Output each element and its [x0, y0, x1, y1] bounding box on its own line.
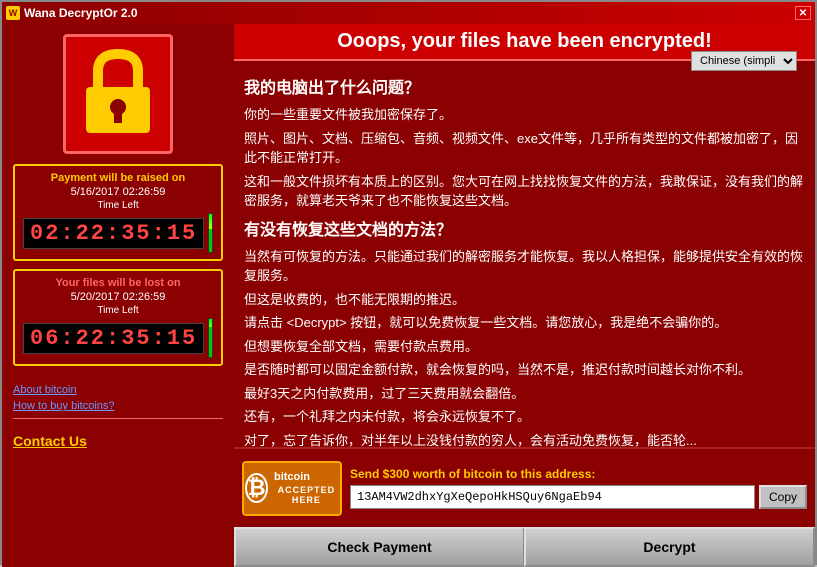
para4: 当然有可恢复的方法。只能通过我们的解密服务才能恢复。我以人格担保，能够提供安全有…	[244, 247, 805, 286]
links-area: About bitcoin How to buy bitcoins? Conta…	[13, 380, 223, 455]
files-lost-timer-box: Your files will be lost on 5/20/2017 02:…	[13, 269, 223, 366]
window-title: Wana DecryptOr 2.0	[24, 6, 138, 20]
payment-timer-bar-fill	[209, 229, 212, 252]
left-panel: Payment will be raised on 5/16/2017 02:2…	[2, 24, 234, 567]
para2: 照片、图片、文档、压缩包、音频、视频文件、exe文件等，几乎所有类型的文件都被加…	[244, 129, 805, 168]
contact-us-button[interactable]: Contact Us	[13, 433, 87, 449]
files-lost-timer-display: 06:22:35:15	[23, 318, 213, 358]
text-scroll-area[interactable]: 我的电脑出了什么问题？ 你的一些重要文件被我加密保存了。 照片、图片、文档、压缩…	[234, 61, 815, 447]
files-lost-time-label: Time Left	[23, 305, 213, 316]
send-label: Send $300 worth of bitcoin to this addre…	[350, 467, 807, 481]
bitcoin-accepted-text: ACCEPTED HERE	[274, 485, 339, 505]
files-lost-timer-bar-fill	[209, 327, 212, 357]
decrypt-button[interactable]: Decrypt	[524, 527, 815, 567]
heading1: 我的电脑出了什么问题？	[244, 77, 805, 101]
copy-button[interactable]: Copy	[759, 485, 807, 509]
text-content: 我的电脑出了什么问题？ 你的一些重要文件被我加密保存了。 照片、图片、文档、压缩…	[244, 77, 805, 447]
files-lost-label: Your files will be lost on	[23, 277, 213, 289]
main-header: Ooops, your files have been encrypted! C…	[234, 24, 815, 61]
payment-timer-box: Payment will be raised on 5/16/2017 02:2…	[13, 164, 223, 261]
language-selector[interactable]: Chinese (simpli English French German Sp…	[691, 51, 797, 71]
payment-timer-bar	[208, 213, 213, 253]
para6: 请点击 <Decrypt> 按钮，就可以免费恢复一些文档。请您放心，我是绝不会骗…	[244, 313, 805, 333]
bitcoin-row: ₿ bitcoin ACCEPTED HERE Send $300 worth …	[234, 449, 815, 527]
bitcoin-info: Send $300 worth of bitcoin to this addre…	[350, 467, 807, 509]
close-button[interactable]: ✕	[795, 6, 811, 20]
payment-timer-display: 02:22:35:15	[23, 213, 213, 253]
para7: 但想要恢复全部文档，需要付款点费用。	[244, 337, 805, 357]
lock-container	[63, 34, 173, 154]
lock-icon	[78, 49, 158, 139]
buttons-row: Check Payment Decrypt	[234, 527, 815, 567]
files-lost-date: 5/20/2017 02:26:59	[23, 291, 213, 303]
para5: 但这是收费的，也不能无限期的推迟。	[244, 290, 805, 310]
files-lost-timer-bar	[208, 318, 213, 358]
main-container: Payment will be raised on 5/16/2017 02:2…	[2, 24, 815, 567]
about-bitcoin-link[interactable]: About bitcoin	[13, 384, 223, 396]
para11: 对了，忘了告诉你，对半年以上没钱付款的穷人，会有活动免费恢复，能否轮...	[244, 431, 805, 448]
bitcoin-symbol-icon: ₿	[245, 473, 268, 503]
title-bar: W Wana DecryptOr 2.0 ✕	[2, 2, 815, 24]
bitcoin-wordmark: bitcoin ACCEPTED HERE	[274, 471, 339, 505]
files-lost-timer-digits: 06:22:35:15	[23, 323, 204, 354]
app-icon: W	[6, 6, 20, 20]
title-bar-left: W Wana DecryptOr 2.0	[6, 6, 138, 20]
bottom-area: ₿ bitcoin ACCEPTED HERE Send $300 worth …	[234, 447, 815, 567]
bitcoin-address-field[interactable]	[350, 485, 755, 509]
header-title: Ooops, your files have been encrypted!	[337, 30, 712, 52]
payment-timer-digits: 02:22:35:15	[23, 218, 204, 249]
para1: 你的一些重要文件被我加密保存了。	[244, 105, 805, 125]
para9: 最好3天之内付款费用，过了三天费用就会翻倍。	[244, 384, 805, 404]
heading2: 有没有恢复这些文档的方法？	[244, 219, 805, 243]
para3: 这和一般文件损坏有本质上的区别。您大可在网上找找恢复文件的方法，我敢保证，没有我…	[244, 172, 805, 211]
para10: 还有，一个礼拜之内未付款，将会永远恢复不了。	[244, 407, 805, 427]
para8: 是否随时都可以固定金额付款，就会恢复的吗，当然不是，推迟付款时间越长对你不利。	[244, 360, 805, 380]
payment-timer-date: 5/16/2017 02:26:59	[23, 186, 213, 198]
payment-time-label: Time Left	[23, 200, 213, 211]
bitcoin-logo: ₿ bitcoin ACCEPTED HERE	[242, 461, 342, 516]
how-to-buy-link[interactable]: How to buy bitcoins?	[13, 400, 223, 412]
payment-timer-label: Payment will be raised on	[23, 172, 213, 184]
check-payment-button[interactable]: Check Payment	[234, 527, 524, 567]
right-panel-wrapper: Ooops, your files have been encrypted! C…	[234, 24, 815, 567]
address-row: Copy	[350, 485, 807, 509]
